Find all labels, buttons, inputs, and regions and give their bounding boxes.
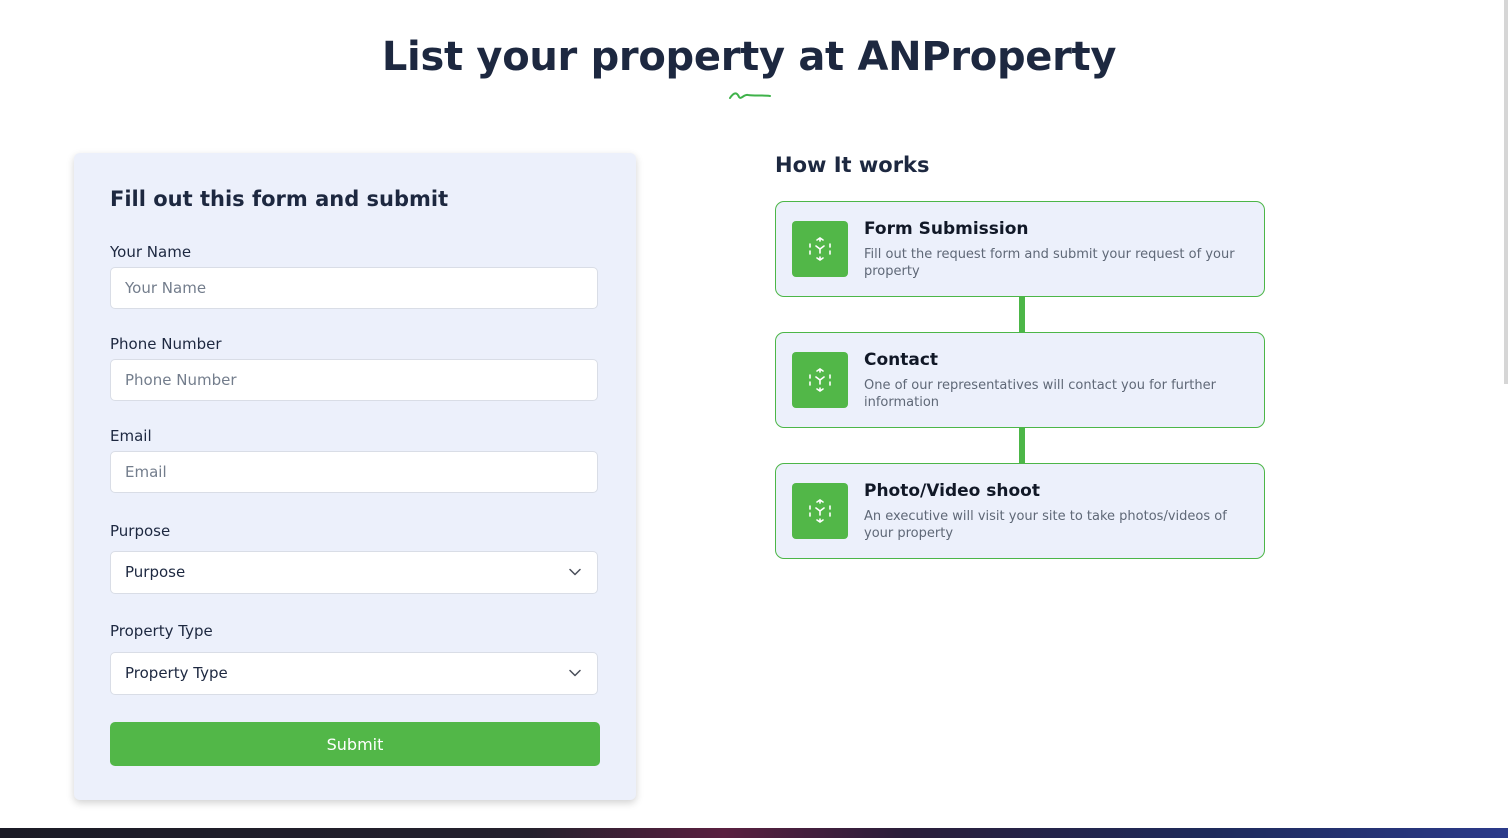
- step-connector-line: [1019, 296, 1025, 333]
- property-type-select[interactable]: Property Type: [110, 652, 598, 695]
- listing-form-card: Fill out this form and submit Your Name …: [74, 153, 636, 800]
- property-type-label: Property Type: [110, 622, 213, 640]
- purpose-select-value: Purpose: [125, 563, 186, 581]
- title-underline-squiggle: [729, 92, 771, 99]
- purpose-select[interactable]: Purpose: [110, 551, 598, 594]
- scan-cube-icon: [792, 352, 848, 408]
- page-title: List your property at ANProperty: [381, 34, 1117, 80]
- step-title: Contact: [864, 350, 939, 370]
- submit-button[interactable]: Submit: [110, 722, 600, 766]
- page: List your property at ANProperty Fill ou…: [0, 0, 1508, 838]
- step-card-form-submission: Form Submission Fill out the request for…: [775, 201, 1265, 297]
- step-connector-line: [1019, 427, 1025, 464]
- chevron-down-icon: [569, 568, 581, 576]
- scan-cube-icon: [792, 483, 848, 539]
- step-card-photo-video-shoot: Photo/Video shoot An executive will visi…: [775, 463, 1265, 559]
- chevron-down-icon: [569, 669, 581, 677]
- email-input[interactable]: [110, 451, 598, 493]
- step-card-contact: Contact One of our representatives will …: [775, 332, 1265, 428]
- page-scrollbar[interactable]: [1504, 0, 1508, 384]
- phone-number-input[interactable]: [110, 359, 598, 401]
- step-description: Fill out the request form and submit you…: [864, 247, 1235, 279]
- step-title: Form Submission: [864, 219, 1029, 239]
- step-description: One of our representatives will contact …: [864, 378, 1216, 410]
- step-title: Photo/Video shoot: [864, 481, 1040, 501]
- property-type-select-value: Property Type: [125, 664, 228, 682]
- your-name-label: Your Name: [110, 243, 192, 261]
- email-label: Email: [110, 427, 152, 445]
- footer-gradient-strip: [0, 828, 1508, 838]
- your-name-input[interactable]: [110, 267, 598, 309]
- scan-cube-icon: [792, 221, 848, 277]
- phone-number-label: Phone Number: [110, 335, 222, 353]
- purpose-label: Purpose: [110, 522, 171, 540]
- step-description: An executive will visit your site to tak…: [864, 509, 1227, 541]
- how-it-works-heading: How It works: [775, 153, 930, 177]
- form-heading: Fill out this form and submit: [110, 187, 449, 211]
